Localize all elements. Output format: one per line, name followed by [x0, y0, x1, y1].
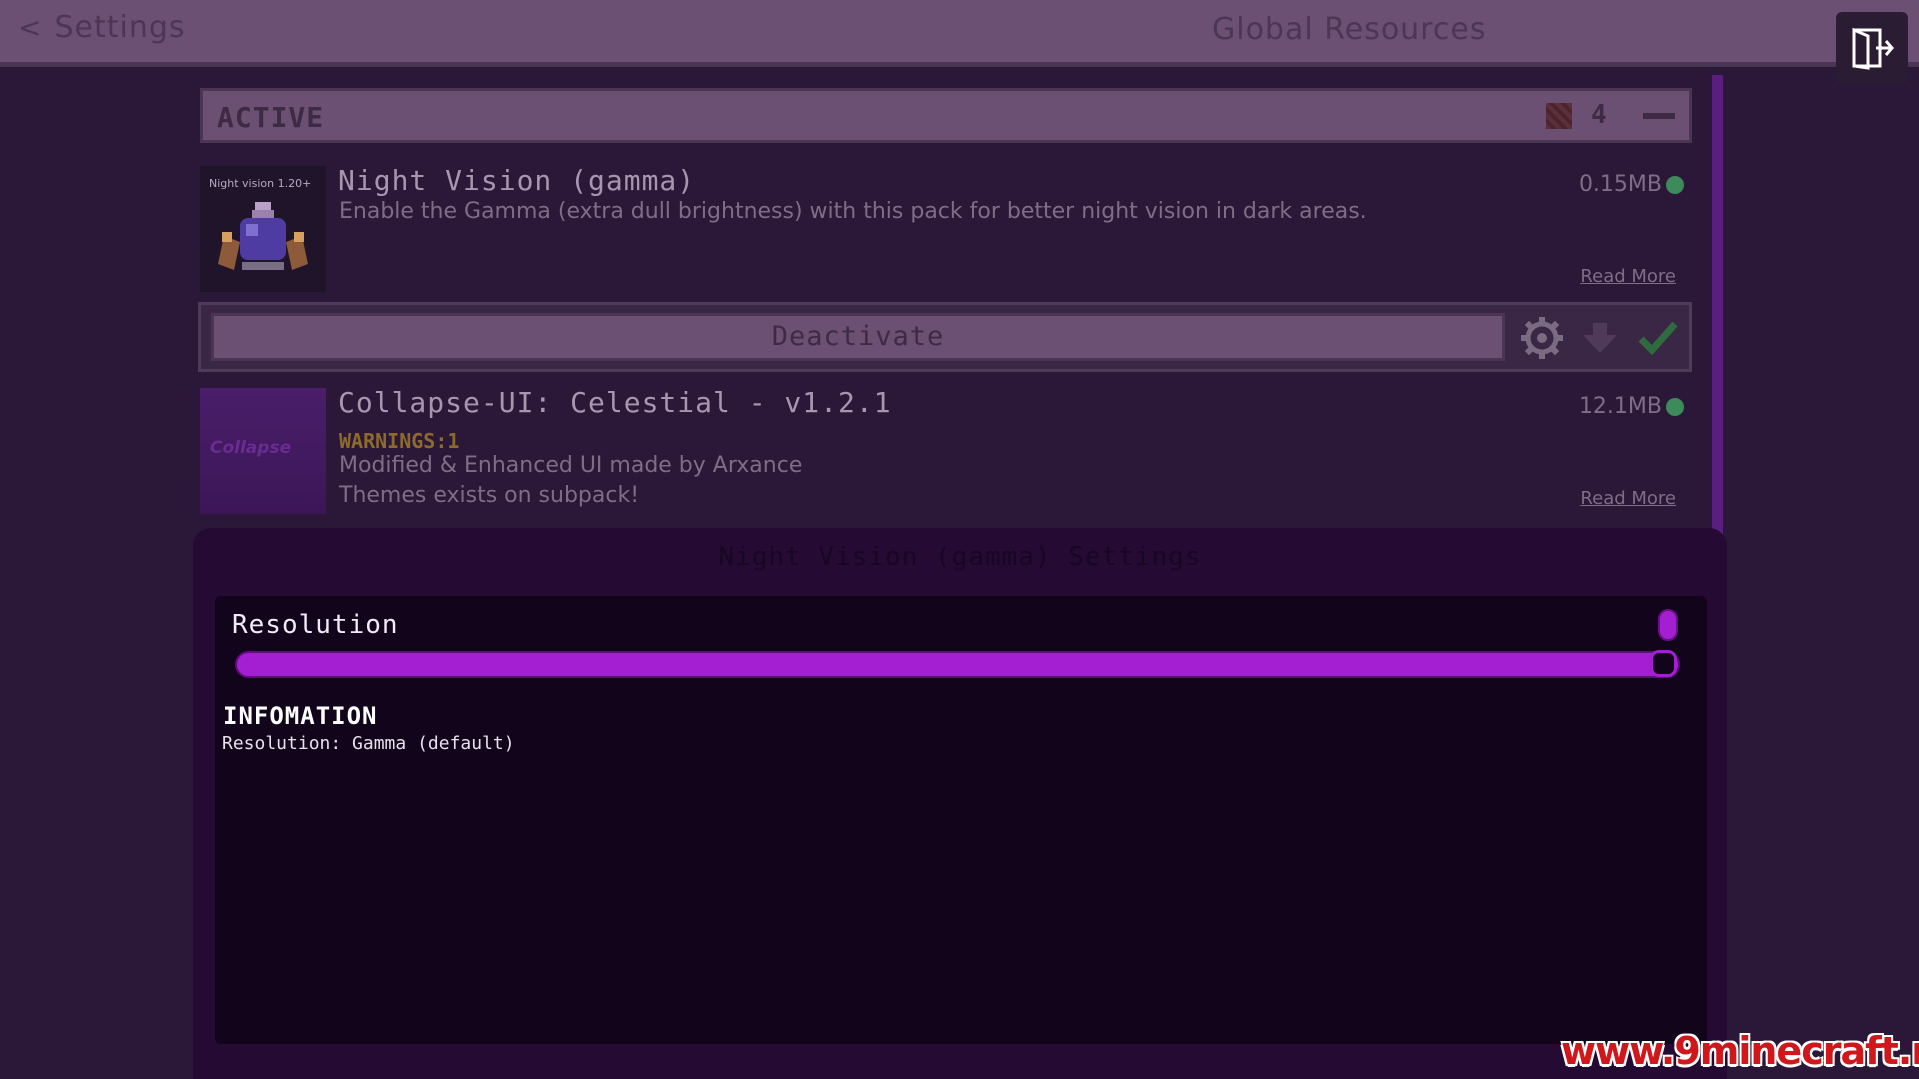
read-more-link[interactable]: Read More — [1580, 266, 1676, 287]
slider-value-indicator — [1658, 609, 1678, 641]
page-title: Global Resources — [1212, 12, 1487, 47]
slider-knob[interactable] — [1650, 650, 1677, 677]
potion-icon — [218, 202, 308, 270]
resolution-slider[interactable] — [235, 651, 1680, 678]
section-header-active[interactable]: ACTIVE 4 — [200, 88, 1692, 143]
settings-panel-title: Night Vision (gamma) Settings — [718, 542, 1202, 572]
pack-description-line-2: Themes exists on subpack! — [339, 483, 640, 508]
status-dot — [1666, 398, 1684, 416]
pack-item-night-vision[interactable]: Night vision 1.20+ Night Vision (gamma) … — [200, 164, 1692, 292]
back-button[interactable]: < Settings — [18, 10, 186, 45]
pack-name: Night Vision (gamma) — [338, 164, 696, 197]
pack-thumbnail: Collapse — [200, 388, 326, 514]
info-text: Resolution: Gamma (default) — [222, 733, 515, 754]
status-dot — [1666, 176, 1684, 194]
chevron-left-icon: < — [18, 11, 43, 44]
arrow-down-icon[interactable] — [1577, 315, 1623, 361]
pack-description: Enable the Gamma (extra dull brightness)… — [339, 199, 1367, 224]
pack-count-icon — [1546, 103, 1572, 129]
pack-size: 12.1MB — [1578, 394, 1662, 419]
setting-card: Resolution INFOMATION Resolution: Gamma … — [215, 596, 1707, 1044]
deactivate-button[interactable]: Deactivate — [211, 313, 1505, 361]
read-more-link[interactable]: Read More — [1580, 488, 1676, 509]
section-label: ACTIVE — [217, 101, 325, 134]
settings-panel: Night Vision (gamma) Settings Resolution… — [193, 528, 1727, 1079]
gear-icon[interactable] — [1519, 315, 1565, 361]
checkmark-icon[interactable] — [1635, 315, 1681, 361]
pack-name: Collapse-UI: Celestial - v1.2.1 — [338, 386, 892, 419]
pack-description-line-1: Modified & Enhanced UI made by Arxance — [339, 453, 803, 478]
pack-action-row: Deactivate — [198, 302, 1692, 372]
slider-label: Resolution — [232, 610, 399, 640]
pack-size: 0.15MB — [1578, 172, 1662, 197]
exit-door-icon — [1852, 27, 1894, 70]
thumbnail-caption: Collapse — [210, 438, 292, 458]
info-title: INFOMATION — [223, 702, 378, 730]
pack-count: 4 — [1591, 100, 1607, 130]
exit-button[interactable] — [1836, 12, 1908, 84]
scrollbar[interactable] — [1712, 75, 1723, 535]
back-label: Settings — [54, 10, 186, 45]
top-bar: < Settings Global Resources — [0, 0, 1919, 67]
pack-thumbnail: Night vision 1.20+ — [200, 166, 326, 292]
collapse-icon[interactable] — [1643, 113, 1675, 119]
watermark: www.9minecraft.net — [1561, 1029, 1919, 1073]
pack-item-collapse-ui[interactable]: Collapse Collapse-UI: Celestial - v1.2.1… — [200, 386, 1692, 514]
